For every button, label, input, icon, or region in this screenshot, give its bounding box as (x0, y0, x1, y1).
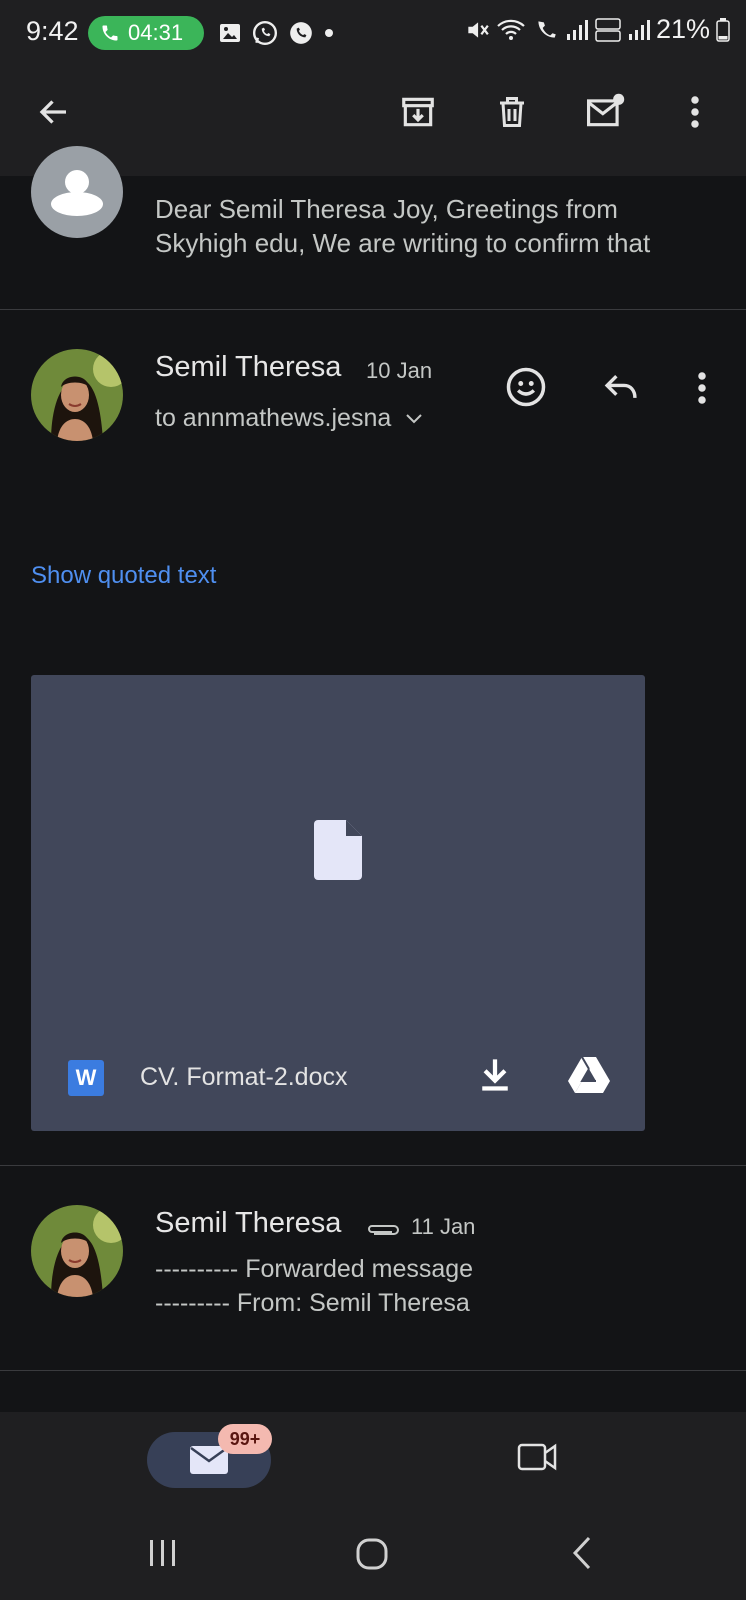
archive-icon[interactable] (396, 90, 440, 134)
recipient-line: to annmathews.jesna (155, 404, 392, 432)
signal-2-icon (628, 19, 650, 40)
viber-icon (290, 22, 312, 44)
divider (0, 309, 746, 310)
status-time: 9:42 (26, 16, 79, 46)
divider (0, 1165, 746, 1166)
message-date: 11 Jan (411, 1214, 476, 1239)
system-back-icon[interactable] (571, 1536, 593, 1575)
volte-lte2-icon (595, 17, 621, 42)
status-right-icons: 21% (464, 14, 730, 45)
top-app-bar (0, 66, 746, 176)
add-reaction-icon[interactable] (505, 366, 547, 413)
unread-count-badge: 99+ (218, 1424, 272, 1454)
message-preview[interactable]: Dear Semil Theresa Joy, Greetings from S… (155, 192, 715, 260)
back-arrow-icon[interactable] (32, 90, 76, 134)
call-duration: 04:31 (128, 20, 184, 45)
dot-icon (325, 29, 333, 37)
more-vert-icon[interactable] (673, 90, 717, 134)
wifi-icon (497, 19, 525, 40)
sender-name: Semil Theresa (155, 351, 342, 383)
avatar[interactable] (31, 146, 123, 238)
sender-name: Semil Theresa (155, 1207, 342, 1239)
avatar[interactable] (31, 1205, 123, 1297)
download-icon[interactable] (478, 1056, 512, 1099)
whatsapp-icon (252, 20, 278, 46)
notification-icons (218, 20, 334, 46)
mute-icon (468, 21, 489, 38)
battery-level: 21% (655, 14, 710, 44)
message-more-icon[interactable] (696, 370, 708, 411)
message-date: 10 Jan (366, 358, 433, 383)
reply-icon[interactable] (602, 370, 640, 409)
ongoing-call-pill[interactable]: 04:31 (88, 16, 204, 50)
mark-unread-icon[interactable] (584, 90, 628, 134)
bottom-navigation (0, 1412, 746, 1512)
file-icon (314, 820, 362, 885)
home-icon[interactable] (356, 1538, 388, 1575)
delete-icon[interactable] (490, 90, 534, 134)
avatar[interactable] (31, 349, 123, 441)
battery-icon (716, 17, 730, 42)
message-snippet-line[interactable]: --------- From: Semil Theresa (155, 1286, 470, 1320)
gallery-icon (220, 24, 240, 42)
recent-apps-icon[interactable] (147, 1538, 179, 1573)
signal-icon (566, 19, 588, 40)
message-snippet-line[interactable]: ---------- Forwarded message (155, 1252, 473, 1286)
phone-icon (102, 25, 118, 41)
meet-video-icon[interactable] (517, 1442, 557, 1477)
show-quoted-text-link[interactable]: Show quoted text (31, 562, 216, 590)
save-to-drive-icon[interactable] (567, 1056, 611, 1099)
wifi-calling-icon (538, 20, 556, 38)
divider (0, 1370, 746, 1371)
word-file-icon: W (68, 1060, 104, 1096)
attachment-filename: CV. Format-2.docx (140, 1063, 348, 1091)
chevron-down-icon (406, 413, 422, 423)
attachment-clip-icon (366, 1221, 402, 1244)
recipient-details[interactable]: to annmathews.jesna (155, 404, 423, 433)
